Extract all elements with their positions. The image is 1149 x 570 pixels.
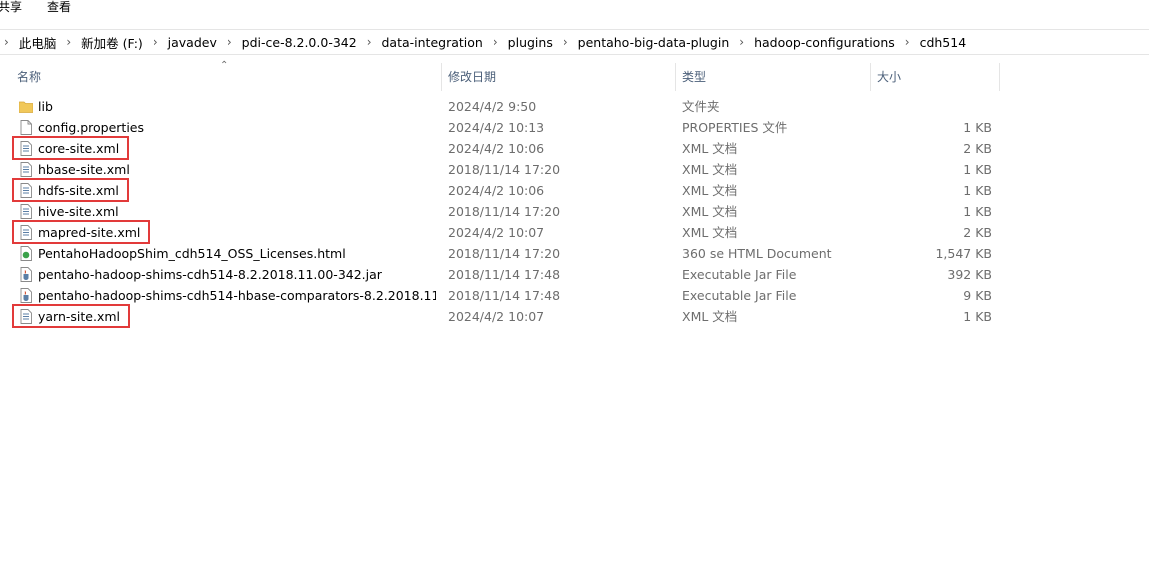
file-size: 9 KB xyxy=(963,288,992,303)
file-date: 2018/11/14 17:48 xyxy=(448,288,561,303)
file-size: 1 KB xyxy=(963,120,992,135)
file-type: 文件夹 xyxy=(682,99,720,114)
file-icon xyxy=(19,120,33,135)
file-name: pentaho-hadoop-shims-cdh514-8.2.2018.11.… xyxy=(38,267,382,282)
html-icon xyxy=(19,246,33,261)
tab-view[interactable]: 查看 xyxy=(47,0,71,14)
breadcrumb-item[interactable]: javadev xyxy=(164,35,221,50)
file-type: XML 文档 xyxy=(682,162,738,177)
file-size: 1,547 KB xyxy=(935,246,992,261)
file-row[interactable]: yarn-site.xml 2024/4/2 10:07 XML 文档 1 KB xyxy=(0,304,1000,328)
chevron-right-icon[interactable]: › xyxy=(557,35,574,49)
file-row[interactable]: pentaho-hadoop-shims-cdh514-hbase-compar… xyxy=(0,285,1000,306)
column-name[interactable]: 名称 xyxy=(17,63,41,91)
file-type: 360 se HTML Document xyxy=(682,246,832,261)
xml-icon xyxy=(19,204,33,219)
file-type: Executable Jar File xyxy=(682,267,797,282)
file-type: XML 文档 xyxy=(682,183,738,198)
file-name: yarn-site.xml xyxy=(38,309,121,324)
folder-icon xyxy=(18,99,34,114)
chevron-right-icon[interactable]: › xyxy=(60,35,77,49)
breadcrumb-item[interactable]: 新加卷 (F:) xyxy=(77,33,147,52)
jar-icon xyxy=(19,288,33,303)
sort-ascending-icon: ⌃ xyxy=(220,60,229,71)
file-date: 2018/11/14 17:20 xyxy=(448,246,561,261)
file-row[interactable]: pentaho-hadoop-shims-cdh514-8.2.2018.11.… xyxy=(0,264,1000,285)
breadcrumb-item[interactable]: cdh514 xyxy=(916,35,971,50)
file-date: 2018/11/14 17:48 xyxy=(448,267,561,282)
file-date: 2018/11/14 17:20 xyxy=(448,204,561,219)
file-name: hive-site.xml xyxy=(38,204,119,219)
column-divider[interactable] xyxy=(675,63,676,91)
chevron-right-icon[interactable]: › xyxy=(4,35,15,49)
column-divider[interactable] xyxy=(441,63,442,91)
breadcrumb-item[interactable]: pdi-ce-8.2.0.0-342 xyxy=(238,35,361,50)
file-size: 1 KB xyxy=(963,183,992,198)
file-date: 2024/4/2 10:06 xyxy=(448,141,545,156)
file-row[interactable]: core-site.xml 2024/4/2 10:06 XML 文档 2 KB xyxy=(0,136,1000,160)
chevron-right-icon[interactable]: › xyxy=(147,35,164,49)
file-name: hdfs-site.xml xyxy=(38,183,119,198)
column-header: ⌃ 名称 修改日期 类型 大小 xyxy=(0,60,1000,91)
xml-icon xyxy=(19,141,33,156)
file-row[interactable]: hive-site.xml 2018/11/14 17:20 XML 文档 1 KB xyxy=(0,201,1000,222)
file-type: PROPERTIES 文件 xyxy=(682,120,788,135)
file-date: 2018/11/14 17:20 xyxy=(448,162,561,177)
column-divider[interactable] xyxy=(870,63,871,91)
file-size: 392 KB xyxy=(947,267,992,282)
chevron-right-icon[interactable]: › xyxy=(361,35,378,49)
breadcrumb: › 此电脑 › 新加卷 (F:) › javadev › pdi-ce-8.2.… xyxy=(4,30,970,54)
chevron-right-icon[interactable]: › xyxy=(733,35,750,49)
file-size: 2 KB xyxy=(963,225,992,240)
file-list: lib 2024/4/2 9:50 文件夹 config.properties 2024… xyxy=(0,96,1000,328)
column-date[interactable]: 修改日期 xyxy=(448,63,496,91)
xml-icon xyxy=(19,225,33,240)
tab-share[interactable]: 共享 xyxy=(0,0,22,14)
breadcrumb-item[interactable]: plugins xyxy=(504,35,557,50)
chevron-right-icon[interactable]: › xyxy=(487,35,504,49)
file-name: hbase-site.xml xyxy=(38,162,130,177)
breadcrumb-item[interactable]: hadoop-configurations xyxy=(750,35,899,50)
column-divider[interactable] xyxy=(999,63,1000,91)
file-date: 2024/4/2 10:07 xyxy=(448,309,545,324)
file-date: 2024/4/2 10:13 xyxy=(448,120,545,135)
column-type[interactable]: 类型 xyxy=(682,63,706,91)
chevron-right-icon[interactable]: › xyxy=(899,35,916,49)
file-size: 2 KB xyxy=(963,141,992,156)
xml-icon xyxy=(19,183,33,198)
file-size: 1 KB xyxy=(963,204,992,219)
chevron-right-icon[interactable]: › xyxy=(221,35,238,49)
file-name: mapred-site.xml xyxy=(38,225,141,240)
file-size: 1 KB xyxy=(963,309,992,324)
file-row[interactable]: hdfs-site.xml 2024/4/2 10:06 XML 文档 1 KB xyxy=(0,178,1000,202)
xml-icon xyxy=(19,162,33,177)
file-name: core-site.xml xyxy=(38,141,120,156)
file-row[interactable]: PentahoHadoopShim_cdh514_OSS_Licenses.ht… xyxy=(0,243,1000,264)
file-row[interactable]: hbase-site.xml 2018/11/14 17:20 XML 文档 1 KB xyxy=(0,159,1000,180)
file-row[interactable]: mapred-site.xml 2024/4/2 10:07 XML 文档 2 KB xyxy=(0,220,1000,244)
file-name: lib xyxy=(38,99,53,114)
file-name: pentaho-hadoop-shims-cdh514-hbase-compar… xyxy=(38,288,436,303)
file-row[interactable]: config.properties 2024/4/2 10:13 PROPERTIE… xyxy=(0,117,1000,138)
file-size: 1 KB xyxy=(963,162,992,177)
file-date: 2024/4/2 10:06 xyxy=(448,183,545,198)
file-type: XML 文档 xyxy=(682,309,738,324)
file-date: 2024/4/2 10:07 xyxy=(448,225,545,240)
file-type: XML 文档 xyxy=(682,204,738,219)
ribbon-tabs: 共享 查看 xyxy=(0,0,1149,16)
jar-icon xyxy=(19,267,33,282)
file-row[interactable]: lib 2024/4/2 9:50 文件夹 xyxy=(0,96,1000,117)
xml-icon xyxy=(19,309,33,324)
breadcrumb-item[interactable]: pentaho-big-data-plugin xyxy=(574,35,734,50)
file-type: XML 文档 xyxy=(682,141,738,156)
breadcrumb-item[interactable]: data-integration xyxy=(378,35,487,50)
file-type: Executable Jar File xyxy=(682,288,797,303)
file-name: PentahoHadoopShim_cdh514_OSS_Licenses.ht… xyxy=(38,246,346,261)
file-name: config.properties xyxy=(38,120,145,135)
address-bar[interactable]: › 此电脑 › 新加卷 (F:) › javadev › pdi-ce-8.2.… xyxy=(0,29,1149,55)
file-type: XML 文档 xyxy=(682,225,738,240)
column-size[interactable]: 大小 xyxy=(877,63,901,91)
file-date: 2024/4/2 9:50 xyxy=(448,99,537,114)
breadcrumb-item[interactable]: 此电脑 xyxy=(15,33,61,52)
